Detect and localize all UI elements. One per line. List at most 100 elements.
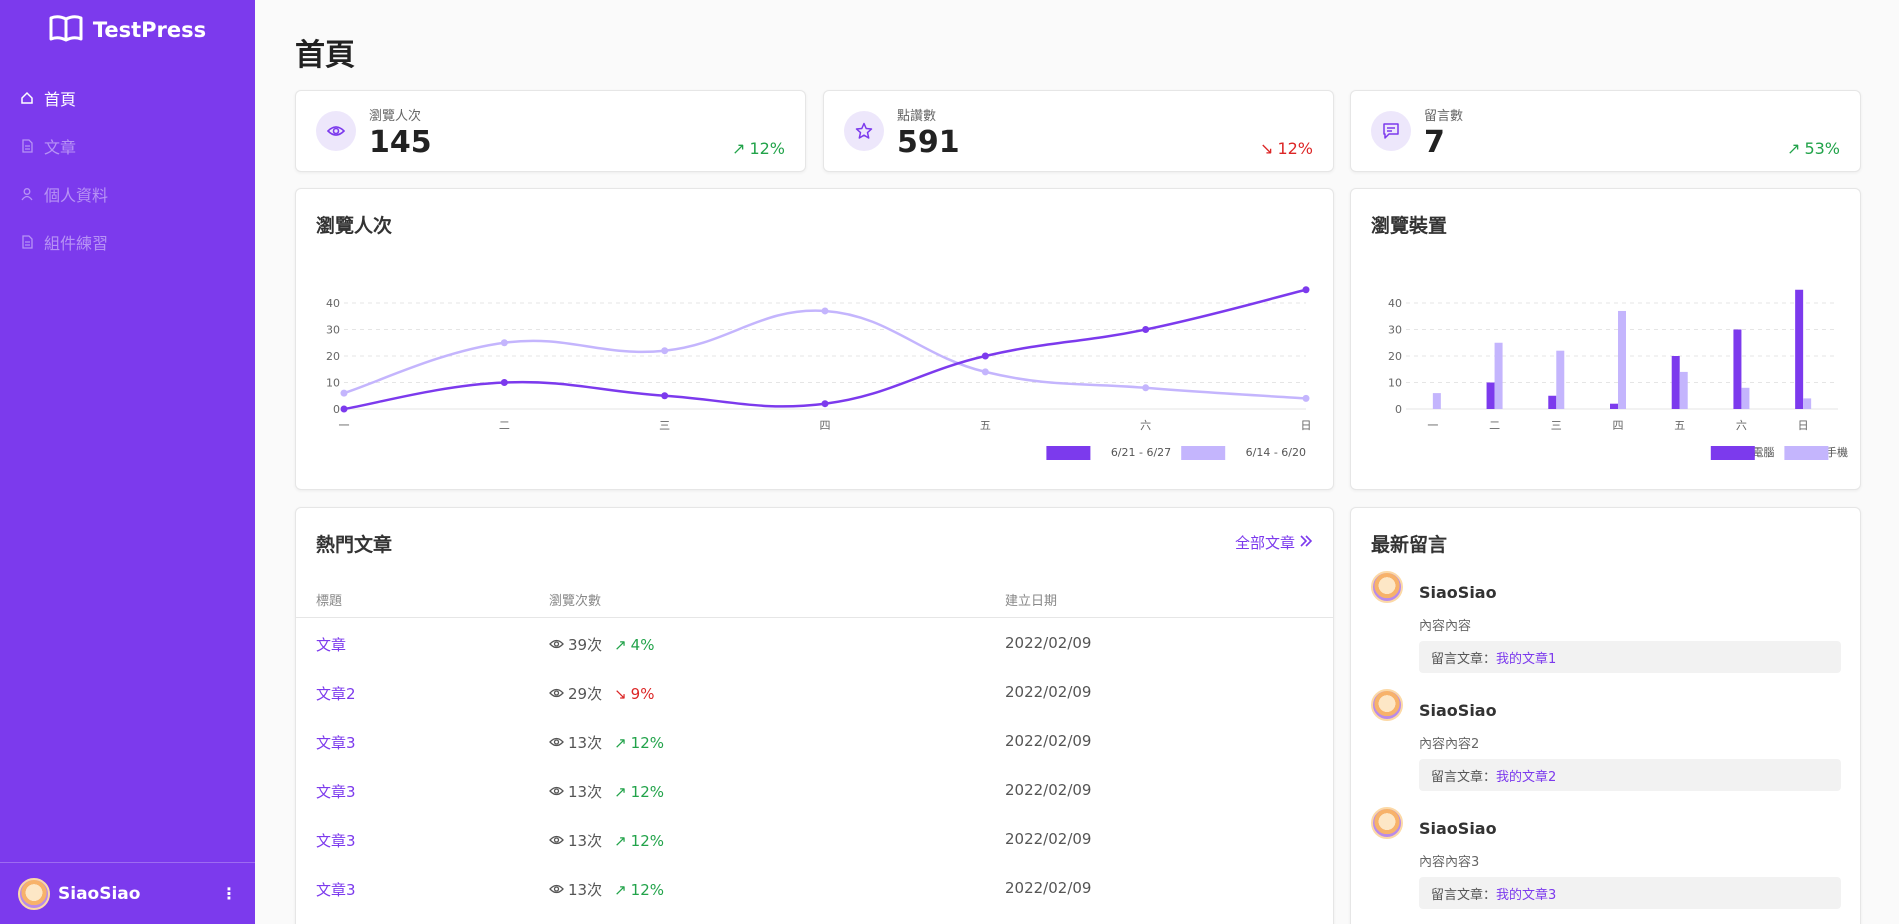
- data-point: [981, 368, 989, 376]
- comment-reference: 留言文章： 我的文章3: [1419, 877, 1841, 909]
- post-title-link[interactable]: 文章: [316, 634, 346, 655]
- data-point: [1302, 394, 1310, 402]
- stat-change-value: 12%: [749, 139, 785, 158]
- stat-card-likes: 點讚數 591 ↘ 12%: [823, 90, 1334, 172]
- y-tick-label: 10: [326, 377, 340, 390]
- sidebar-item-label: 組件練習: [44, 234, 109, 253]
- post-title-link[interactable]: 文章3: [316, 781, 356, 802]
- stat-label: 留言數: [1424, 109, 1464, 124]
- legend-swatch: [1046, 446, 1091, 460]
- stat-label: 點讚數: [897, 109, 937, 124]
- more-vertical-icon[interactable]: ⋮: [221, 884, 237, 903]
- trending-up-icon: ↗: [614, 831, 627, 850]
- data-point: [1302, 286, 1310, 294]
- comment-ref-link[interactable]: 我的文章1: [1496, 648, 1556, 667]
- comment-body: 內容內容: [1419, 619, 1472, 634]
- brand[interactable]: TestPress: [0, 14, 255, 46]
- all-posts-link[interactable]: 全部文章: [1235, 532, 1313, 553]
- stat-value: 591: [897, 125, 960, 160]
- post-views: 13次 ↗ 12%: [549, 781, 664, 802]
- y-tick-label: 30: [326, 324, 340, 337]
- data-point: [1142, 384, 1150, 392]
- comment-author: SiaoSiao: [1419, 583, 1497, 602]
- avatar[interactable]: [1371, 689, 1403, 721]
- legend-swatch: [1181, 446, 1226, 460]
- column-header-title[interactable]: 標題: [316, 590, 342, 609]
- post-title-link[interactable]: 文章3: [316, 732, 356, 753]
- sidebar-item-home[interactable]: 首頁: [0, 74, 255, 122]
- legend-swatch: [1710, 446, 1755, 460]
- brand-name: TestPress: [92, 18, 207, 42]
- views-chart-card: 瀏覽人次 0 10 20 30 40 一二三四五六日 6/14 - 6/20 6/21 - 6…: [295, 188, 1334, 490]
- x-tick-label: 五: [1674, 419, 1685, 432]
- post-views: 29次 ↘ 9%: [549, 683, 654, 704]
- comments-title: 最新留言: [1371, 534, 1448, 556]
- avatar[interactable]: [1371, 571, 1403, 603]
- eye-icon: [549, 734, 564, 752]
- trending-down-icon: ↘: [1260, 139, 1274, 158]
- x-tick-label: 三: [659, 419, 670, 432]
- sidebar-item-profile[interactable]: 個人資料: [0, 170, 255, 218]
- data-point: [821, 400, 829, 408]
- bar: [1679, 371, 1688, 409]
- column-header-date[interactable]: 建立日期: [1005, 590, 1057, 609]
- post-title-link[interactable]: 文章3: [316, 830, 356, 851]
- user-name: SiaoSiao: [58, 883, 141, 904]
- data-point: [661, 347, 669, 355]
- x-tick-label: 四: [820, 419, 831, 432]
- post-views-count: 13次: [568, 832, 603, 850]
- post-change: 9%: [630, 684, 655, 703]
- data-point: [821, 307, 829, 315]
- post-title-link[interactable]: 文章2: [316, 683, 356, 704]
- comment-ref-prefix: 留言文章：: [1431, 651, 1497, 667]
- comment-ref-link[interactable]: 我的文章2: [1496, 766, 1556, 785]
- y-tick-label: 10: [1388, 377, 1402, 390]
- x-tick-label: 一: [339, 419, 350, 432]
- stat-value: 145: [369, 125, 432, 160]
- y-tick-label: 0: [1395, 403, 1402, 416]
- table-row: 文章 39次 ↗ 4% 2022/02/09: [296, 620, 1333, 669]
- bar: [1803, 398, 1812, 409]
- avatar[interactable]: [18, 877, 50, 910]
- bar: [1556, 350, 1565, 409]
- sidebar-item-posts[interactable]: 文章: [0, 122, 255, 170]
- stat-change-value: 53%: [1804, 139, 1840, 158]
- table-row: 文章3 13次 ↗ 12% 2022/02/09: [296, 718, 1333, 767]
- comment-ref-prefix: 留言文章：: [1431, 887, 1497, 903]
- stat-card-comments: 留言數 7 ↗ 53%: [1350, 90, 1861, 172]
- column-header-views[interactable]: 瀏覽次數: [549, 590, 601, 609]
- post-views-count: 13次: [568, 734, 603, 752]
- stat-card-views: 瀏覽人次 145 ↗ 12%: [295, 90, 806, 172]
- comment-author: SiaoSiao: [1419, 701, 1497, 720]
- post-date: 2022/02/09: [1005, 683, 1092, 701]
- post-views: 39次 ↗ 4%: [549, 634, 654, 655]
- avatar[interactable]: [1371, 807, 1403, 839]
- post-change: 12%: [630, 880, 665, 899]
- latest-comments-card: 最新留言 SiaoSiao 內容內容 留言文章： 我的文章1 SiaoSiao 內容內容2…: [1350, 507, 1861, 924]
- sidebar-item-components[interactable]: 組件練習: [0, 218, 255, 266]
- comment-reference: 留言文章： 我的文章1: [1419, 641, 1841, 673]
- y-tick-label: 40: [326, 297, 340, 310]
- book-icon: [49, 14, 83, 46]
- y-tick-label: 20: [1388, 350, 1402, 363]
- x-tick-label: 二: [1489, 419, 1500, 432]
- bar: [1548, 395, 1557, 409]
- y-tick-label: 30: [1388, 324, 1402, 337]
- post-title-link[interactable]: 文章3: [316, 879, 356, 900]
- eye-icon: [549, 881, 564, 899]
- post-views: 13次 ↗ 12%: [549, 879, 664, 900]
- post-views: 13次 ↗ 12%: [549, 732, 664, 753]
- comment-ref-link[interactable]: 我的文章3: [1496, 884, 1556, 903]
- views-line-chart: 0 10 20 30 40 一 二 三 四 五 六 日 6/14 - 6/20 6/21 - 6/27: [326, 286, 1312, 460]
- y-tick-label: 0: [333, 403, 340, 416]
- hot-posts-card: 熱門文章 全部文章 標題 瀏覽次數 建立日期 文章 39次 ↗ 4% 2022/02/0…: [295, 507, 1334, 924]
- x-tick-label: 日: [1798, 419, 1809, 432]
- home-icon: [20, 91, 34, 105]
- post-views-count: 13次: [568, 783, 603, 801]
- comment-icon: [1371, 111, 1411, 151]
- data-point: [1142, 326, 1150, 333]
- device-chart-card: 瀏覽裝置 0 10 20 30 40 一二三四五六日手機 電腦: [1350, 188, 1861, 490]
- post-date: 2022/02/09: [1005, 732, 1092, 750]
- all-posts-label: 全部文章: [1234, 534, 1295, 552]
- x-tick-label: 六: [1736, 419, 1747, 432]
